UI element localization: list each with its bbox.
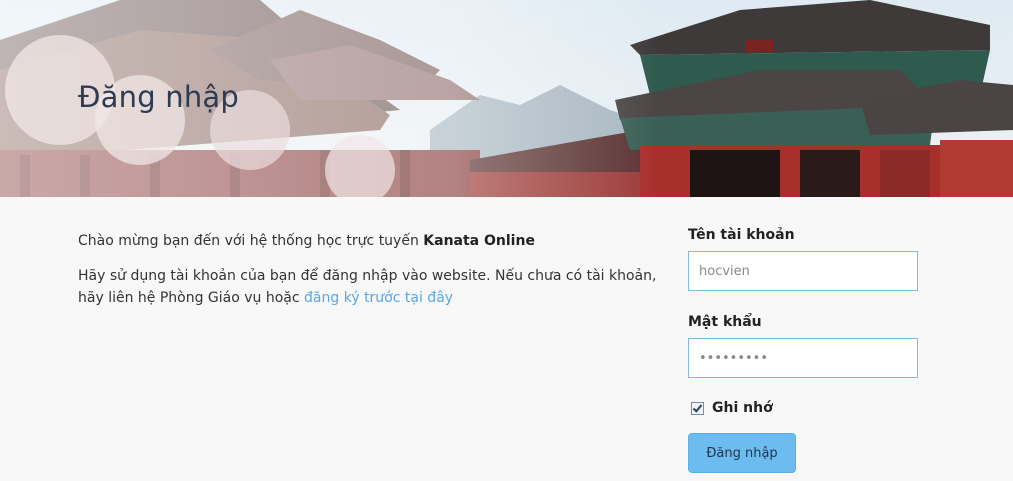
site-name: Kanata Online — [423, 233, 535, 249]
welcome-message: Chào mừng bạn đến với hệ thống học trực … — [78, 230, 658, 252]
password-group: Mật khẩu — [688, 314, 918, 378]
checkmark-icon — [692, 403, 703, 413]
username-input[interactable] — [688, 251, 918, 291]
main-content: Chào mừng bạn đến với hệ thống học trực … — [0, 197, 1013, 481]
login-form: Tên tài khoản Mật khẩu Ghi nhớ Đăng nhập — [688, 227, 918, 473]
page-title: Đăng nhập — [78, 80, 239, 114]
header-banner: Đăng nhập — [0, 0, 1013, 197]
password-label: Mật khẩu — [688, 314, 762, 330]
login-button[interactable]: Đăng nhập — [688, 433, 796, 473]
remember-row: Ghi nhớ — [688, 400, 918, 416]
username-group: Tên tài khoản — [688, 227, 918, 291]
instruction-message: Hãy sử dụng tài khoản của bạn để đăng nh… — [78, 265, 658, 309]
register-link[interactable]: đăng ký trước tại đây — [304, 290, 453, 306]
welcome-prefix: Chào mừng bạn đến với hệ thống học trực … — [78, 233, 424, 249]
remember-checkbox[interactable] — [691, 401, 704, 415]
username-label: Tên tài khoản — [688, 227, 795, 243]
intro-text: Chào mừng bạn đến với hệ thống học trực … — [78, 230, 658, 322]
password-input[interactable] — [688, 338, 918, 378]
remember-label: Ghi nhớ — [712, 400, 773, 416]
